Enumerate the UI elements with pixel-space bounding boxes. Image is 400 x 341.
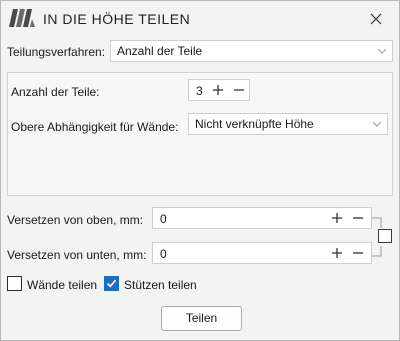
plus-icon[interactable] bbox=[331, 212, 343, 224]
division-method-select[interactable]: Anzahl der Teile bbox=[110, 40, 393, 62]
split-columns-checkbox[interactable] bbox=[104, 276, 119, 291]
split-button[interactable]: Teilen bbox=[161, 306, 242, 331]
chevron-down-icon bbox=[373, 122, 381, 127]
offset-bottom-stepper[interactable]: 0 bbox=[152, 242, 372, 264]
plus-icon[interactable] bbox=[212, 84, 224, 96]
split-columns-label[interactable]: Stützen teilen bbox=[124, 278, 197, 292]
chevron-down-icon bbox=[378, 49, 386, 54]
parts-count-label: Anzahl der Teile: bbox=[11, 85, 100, 99]
split-walls-checkbox[interactable] bbox=[7, 276, 22, 291]
offset-top-label: Versetzen von oben, mm: bbox=[7, 213, 144, 227]
top-dependency-value: Nicht verknüpfte Höhe bbox=[195, 117, 314, 131]
split-walls-label[interactable]: Wände teilen bbox=[27, 278, 97, 292]
division-method-value: Anzahl der Teile bbox=[117, 44, 203, 58]
offset-bottom-label: Versetzen von unten, mm: bbox=[7, 248, 147, 262]
app-logo-icon bbox=[9, 9, 35, 27]
offset-top-value[interactable]: 0 bbox=[160, 212, 167, 226]
checkmark-icon bbox=[106, 279, 117, 288]
top-dependency-select[interactable]: Nicht verknüpfte Höhe bbox=[188, 113, 388, 135]
minus-icon[interactable] bbox=[233, 84, 245, 96]
parts-settings-group: Anzahl der Teile: 3 Obere Abhängigkeit f… bbox=[7, 72, 393, 196]
title-bar: IN DIE HÖHE TEILEN bbox=[1, 1, 399, 35]
top-dependency-label: Obere Abhängigkeit für Wände: bbox=[11, 120, 179, 134]
parts-count-stepper[interactable]: 3 bbox=[188, 79, 250, 101]
minus-icon[interactable] bbox=[352, 212, 364, 224]
parts-count-value[interactable]: 3 bbox=[196, 84, 203, 98]
dialog-title: IN DIE HÖHE TEILEN bbox=[43, 11, 191, 27]
plus-icon[interactable] bbox=[331, 247, 343, 259]
link-offsets-toggle[interactable] bbox=[378, 229, 392, 243]
offset-top-stepper[interactable]: 0 bbox=[152, 207, 372, 229]
division-method-label: Teilungsverfahren: bbox=[7, 45, 106, 59]
split-height-dialog: IN DIE HÖHE TEILEN Teilungsverfahren: An… bbox=[0, 0, 400, 341]
minus-icon[interactable] bbox=[352, 247, 364, 259]
close-icon[interactable] bbox=[367, 10, 385, 28]
offset-bottom-value[interactable]: 0 bbox=[160, 247, 167, 261]
